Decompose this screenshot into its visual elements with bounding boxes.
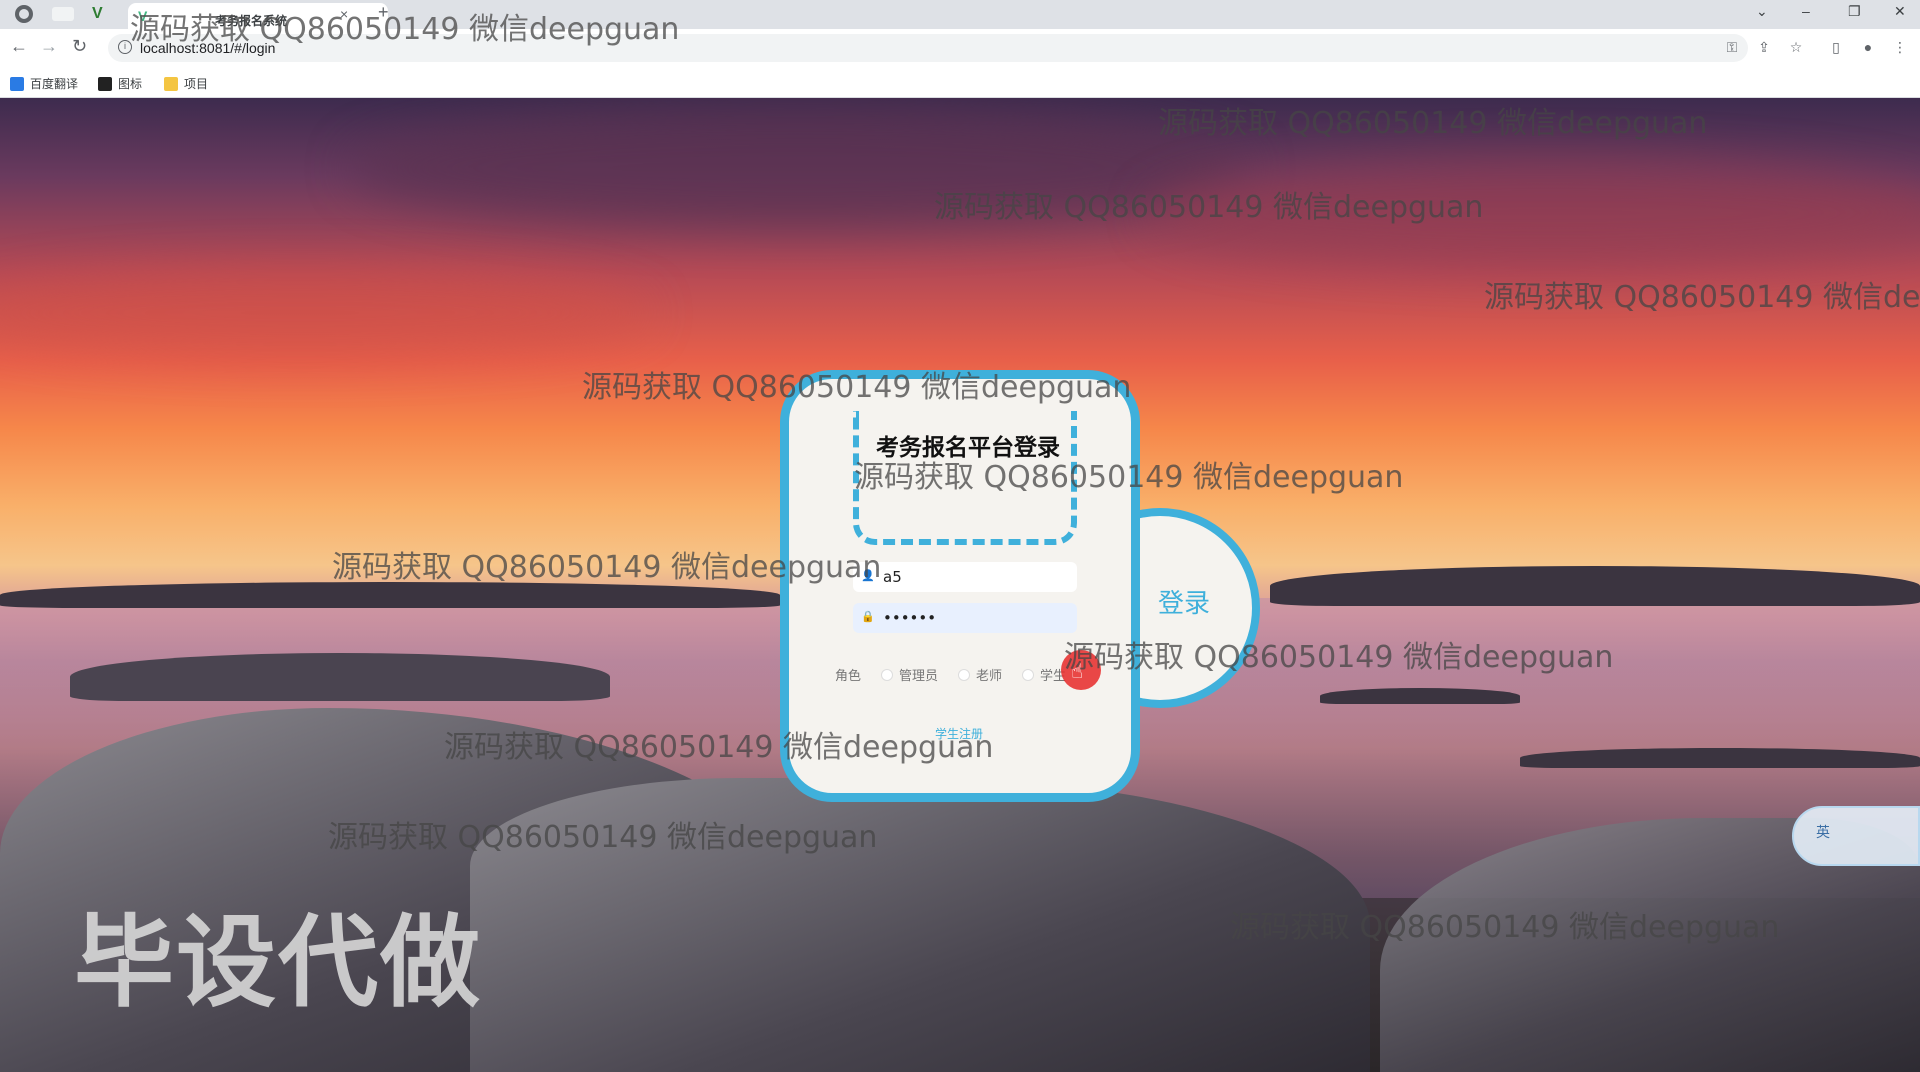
login-button[interactable]: 登录 bbox=[1158, 583, 1210, 620]
cloud bbox=[0, 268, 650, 358]
watermark: 源码获取 QQ86050149 微信deepguan bbox=[934, 190, 1484, 225]
restore-icon[interactable]: ❐ bbox=[1848, 3, 1861, 20]
chrome-icon[interactable] bbox=[15, 5, 33, 23]
star-icon[interactable]: ☆ bbox=[1788, 39, 1804, 55]
role-label: 角色 bbox=[835, 669, 862, 684]
watermark: 源码获取 QQ86050149 微信deepguan bbox=[1484, 280, 1920, 315]
promo-watermark: 毕设代做 bbox=[74, 904, 482, 1021]
ime-toolbar[interactable]: 英 bbox=[1792, 806, 1920, 866]
share-icon[interactable]: ⇪ bbox=[1756, 39, 1772, 55]
minimize-icon[interactable]: – bbox=[1802, 3, 1810, 19]
forward-icon[interactable]: → bbox=[40, 36, 58, 57]
menu-icon[interactable]: ⋮ bbox=[1892, 39, 1908, 55]
profile-icon[interactable]: ● bbox=[1860, 39, 1876, 55]
username-input[interactable]: 👤 a5 bbox=[853, 562, 1077, 592]
bookmark-label: 百度翻译 bbox=[30, 77, 79, 91]
watermark: 源码获取 QQ86050149 微信deepguan bbox=[332, 550, 882, 585]
back-icon[interactable]: ← bbox=[10, 36, 28, 57]
password-value: •••••• bbox=[883, 609, 937, 627]
bookmark-item[interactable]: 图标 bbox=[98, 75, 142, 92]
username-value: a5 bbox=[883, 568, 902, 586]
password-input[interactable]: 🔒 •••••• bbox=[853, 603, 1077, 633]
watermark: 源码获取 QQ86050149 微信deepguan bbox=[444, 730, 994, 765]
watermark: 源码获取 QQ86050149 微信deepguan bbox=[130, 12, 680, 47]
image-icon bbox=[98, 76, 112, 91]
watermark: 源码获取 QQ86050149 微信deepguan bbox=[1158, 106, 1708, 141]
sidepanel-icon[interactable]: ▯ bbox=[1828, 39, 1844, 55]
bookmark-label: 项目 bbox=[184, 77, 209, 91]
role-radio-student[interactable] bbox=[1022, 668, 1035, 681]
bookmarks-bar: 百度翻译 图标 项目 bbox=[0, 67, 1920, 98]
role-option-admin[interactable]: 管理员 bbox=[899, 665, 938, 684]
island bbox=[1520, 748, 1920, 768]
bookmark-label: 图标 bbox=[118, 77, 143, 91]
role-radio-teacher[interactable] bbox=[958, 668, 971, 681]
lock-icon: 🔒 bbox=[861, 611, 875, 623]
watermark: 源码获取 QQ86050149 微信deepguan bbox=[854, 460, 1404, 495]
reload-icon[interactable]: ↻ bbox=[72, 36, 87, 57]
bookmark-item[interactable]: 百度翻译 bbox=[10, 75, 78, 92]
translate-icon bbox=[10, 76, 24, 91]
watermark: 源码获取 QQ86050149 微信deepguan bbox=[1064, 640, 1614, 675]
island bbox=[1270, 566, 1920, 606]
close-window-icon[interactable]: ✕ bbox=[1894, 3, 1906, 20]
watermark: 源码获取 QQ86050149 微信deepguan bbox=[328, 820, 878, 855]
watermark: 源码获取 QQ86050149 微信deepguan bbox=[1230, 910, 1780, 945]
vue-icon[interactable]: V bbox=[92, 5, 110, 23]
folder-icon bbox=[164, 76, 178, 91]
login-page: 登录 考务报名平台登录 👤 a5 🔒 •••••• 角色 管理员 老师 学生 学… bbox=[0, 98, 1920, 1072]
watermark: 源码获取 QQ86050149 微信deepguan bbox=[582, 370, 1132, 405]
role-radio-admin[interactable] bbox=[881, 668, 894, 681]
tab-icon[interactable] bbox=[52, 7, 74, 21]
role-option-teacher[interactable]: 老师 bbox=[976, 665, 1002, 684]
island bbox=[1320, 688, 1520, 704]
ime-language: 英 bbox=[1816, 824, 1830, 840]
island bbox=[70, 653, 610, 701]
bookmark-item[interactable]: 项目 bbox=[164, 75, 208, 92]
role-selector: 角色 管理员 老师 学生 bbox=[835, 665, 1066, 684]
chevron-down-icon[interactable]: ⌄ bbox=[1756, 3, 1768, 20]
key-icon[interactable]: ⚿ bbox=[1724, 39, 1740, 55]
